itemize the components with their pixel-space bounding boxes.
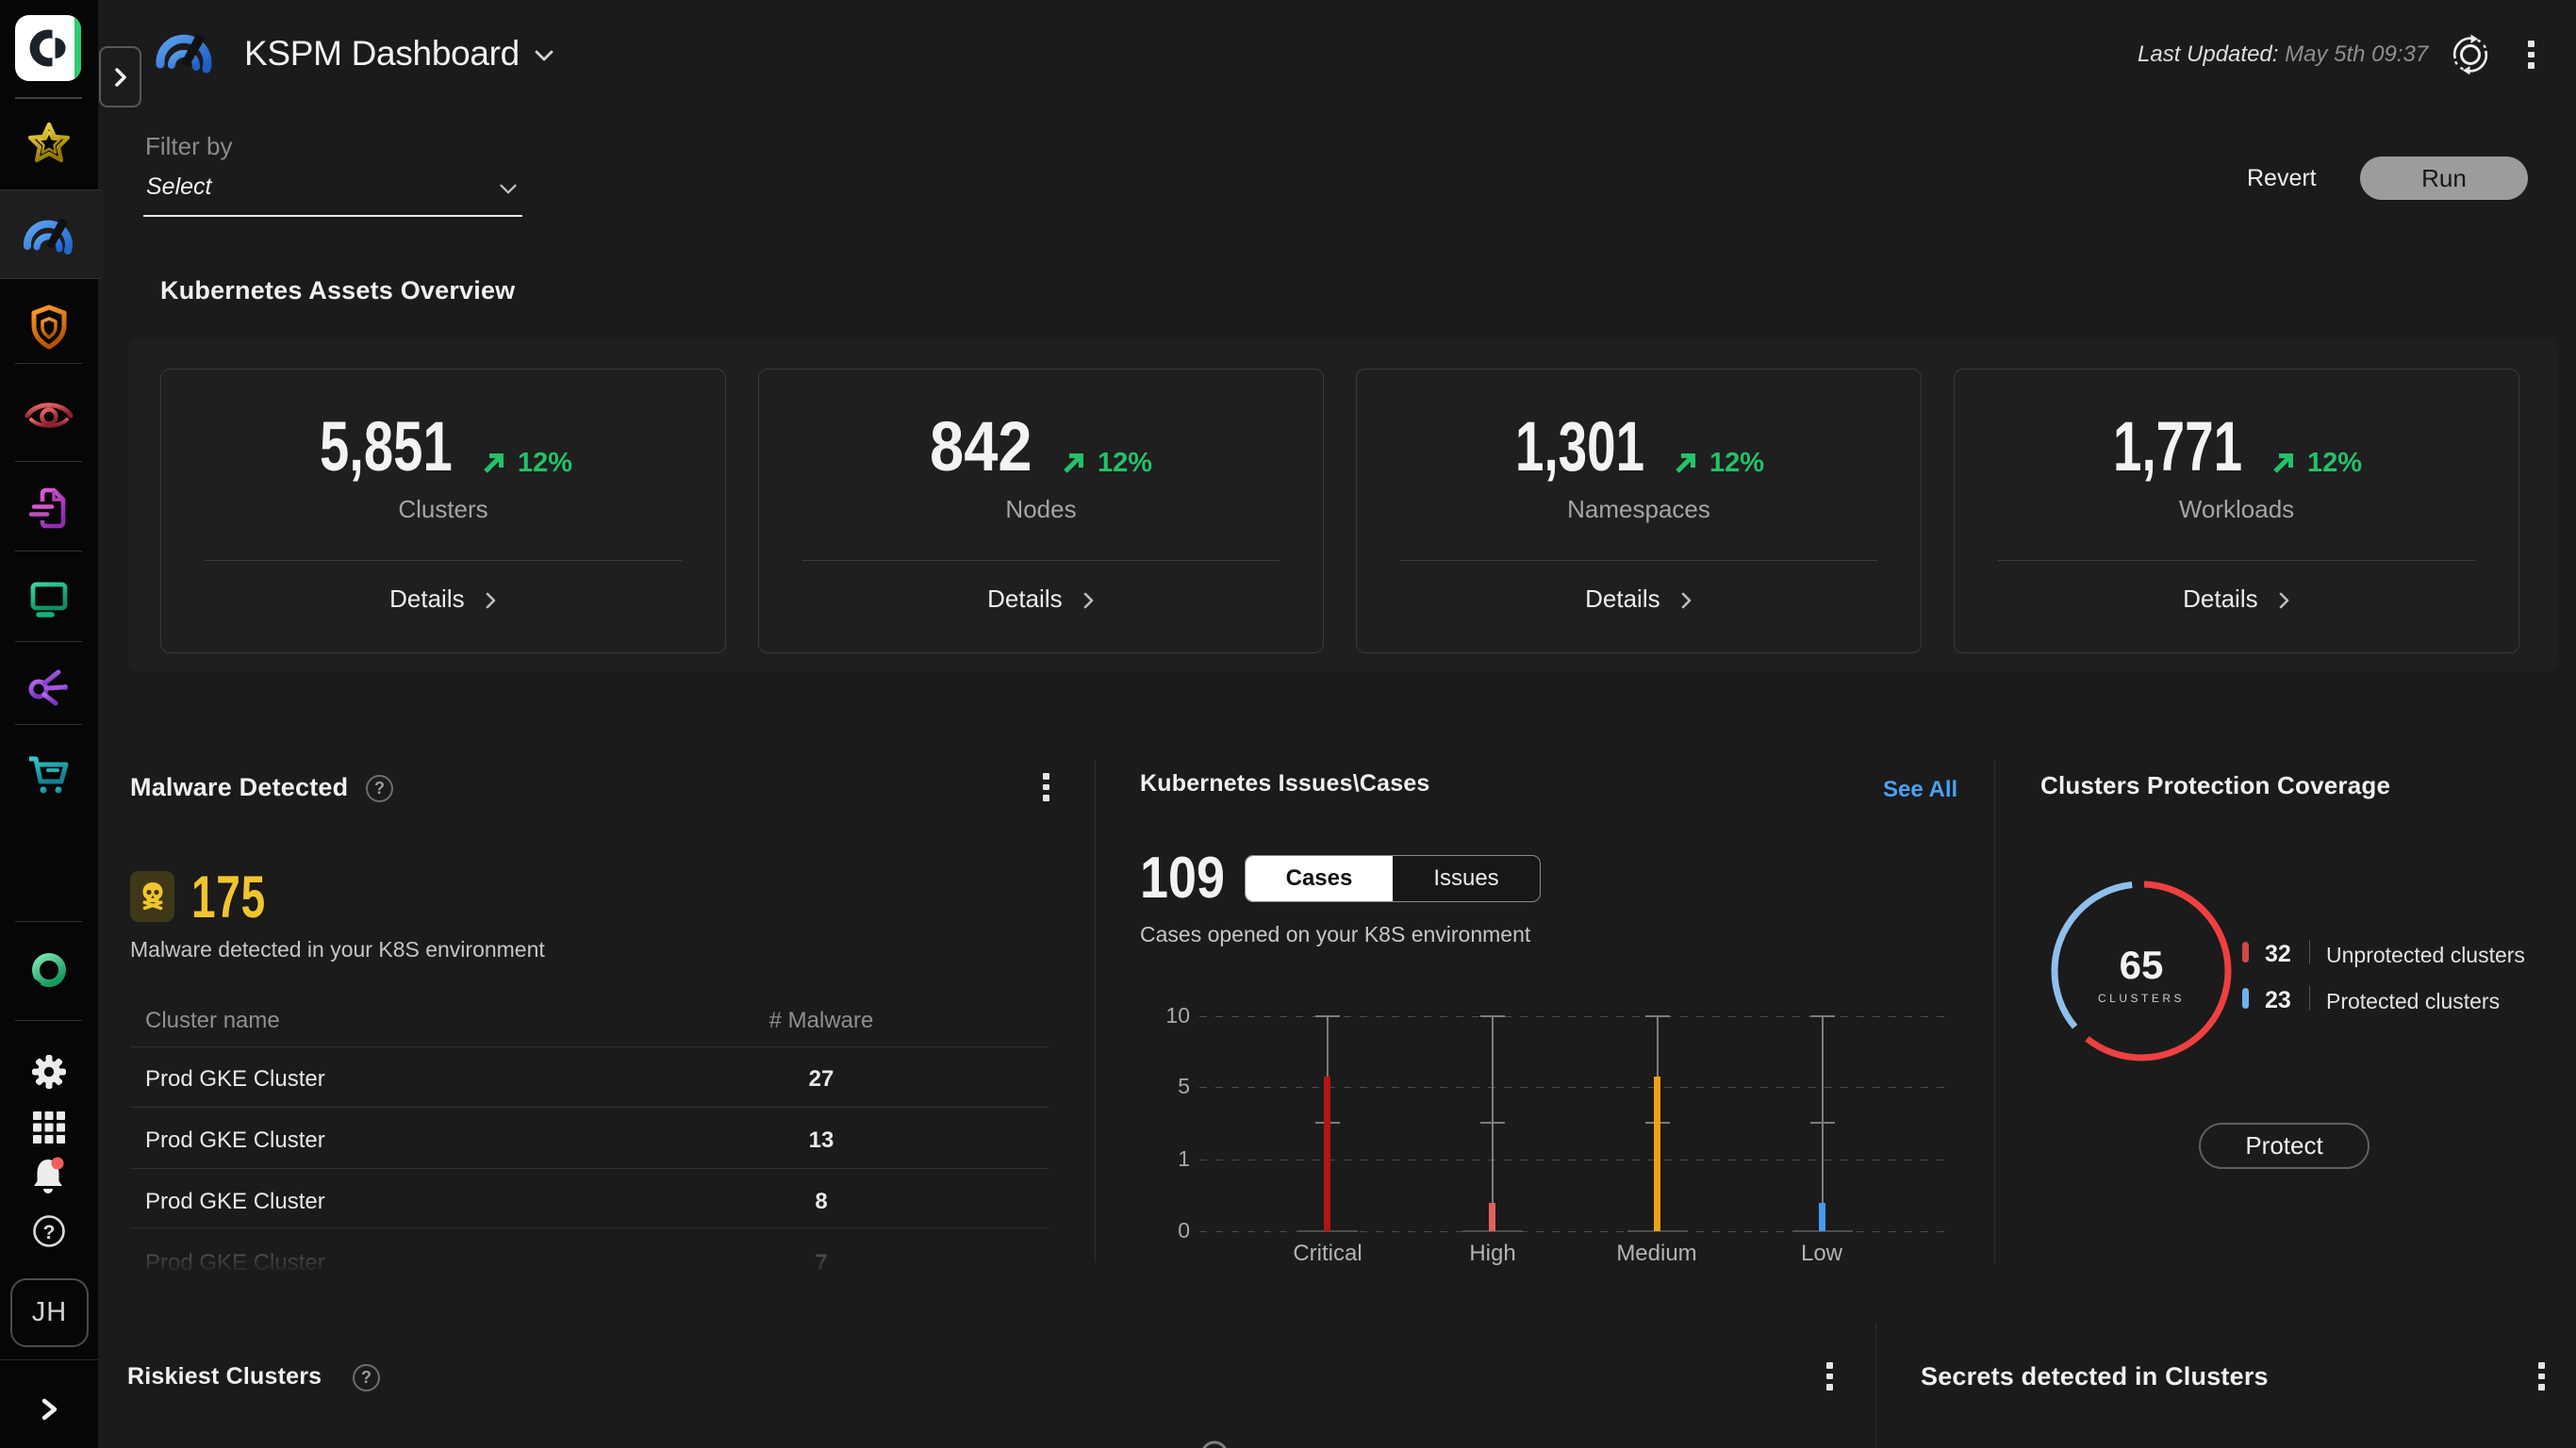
svg-text:?: ? [43,1222,56,1243]
